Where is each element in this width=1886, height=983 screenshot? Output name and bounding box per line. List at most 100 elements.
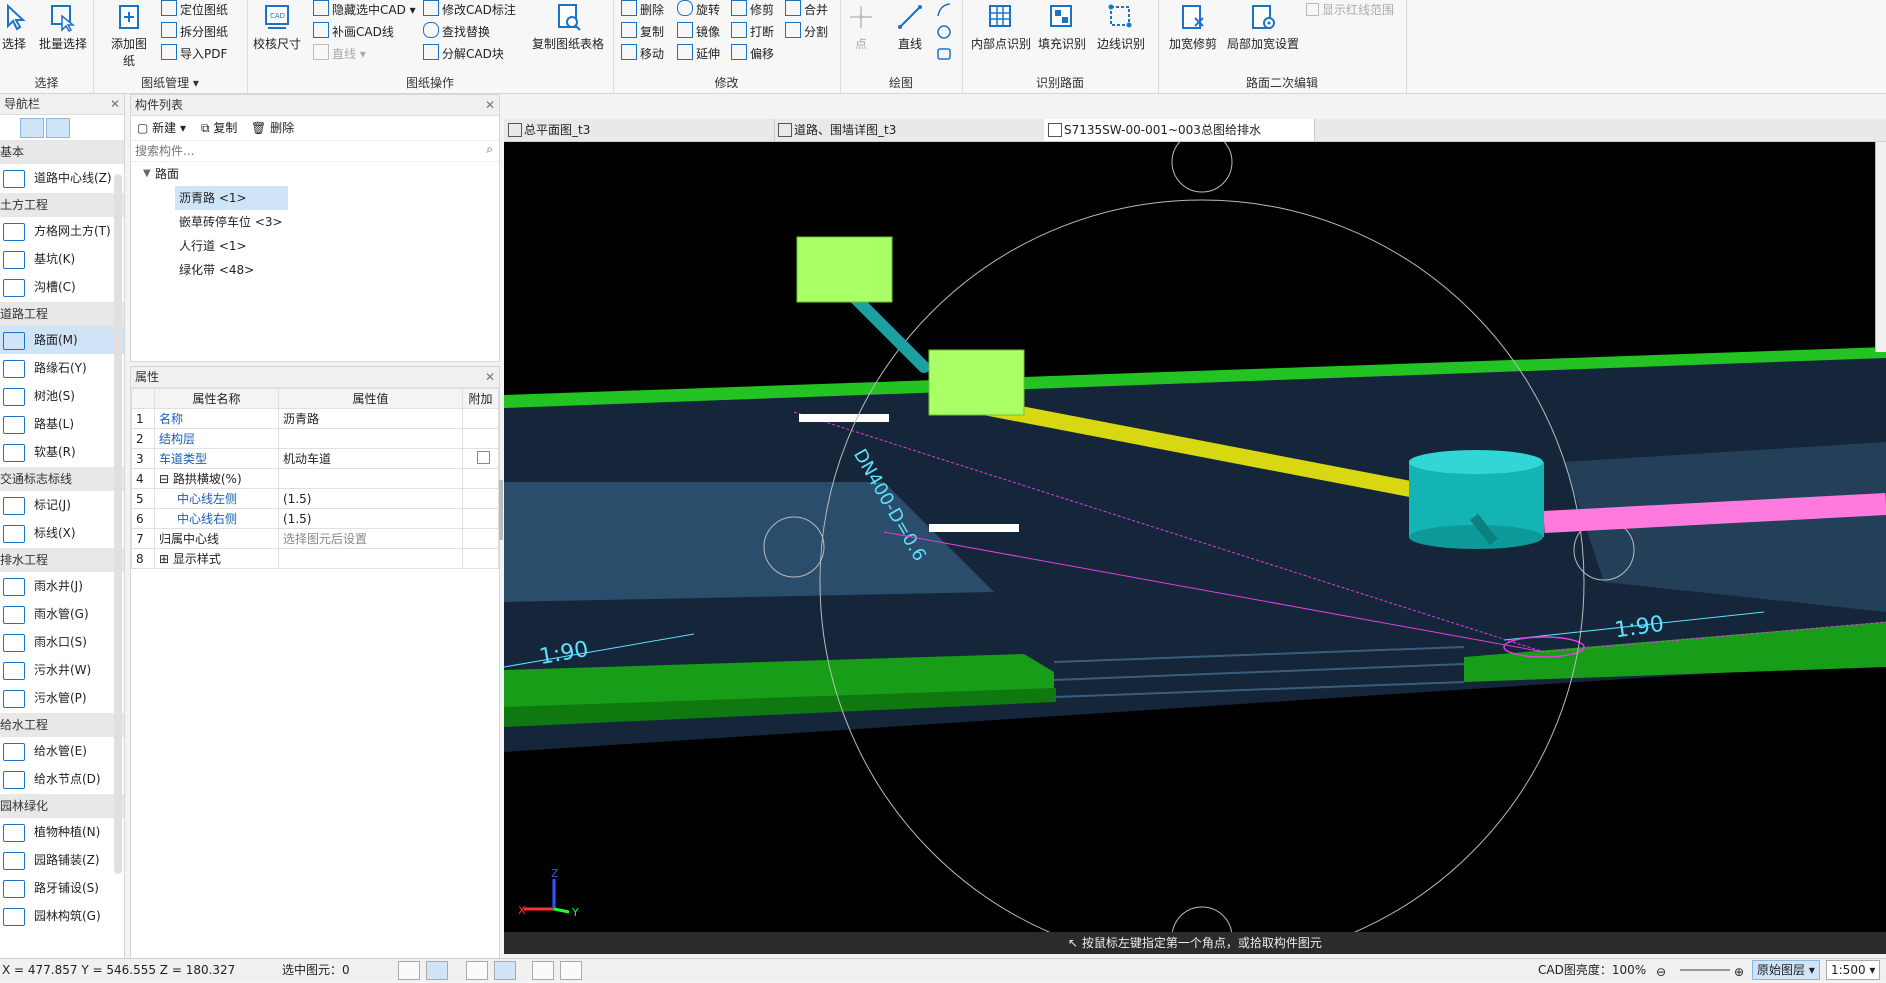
tab-drainage-plan[interactable]: S7135SW-00-001~003总图给排水 [1044, 119, 1315, 141]
break-button[interactable]: 打断 [731, 22, 774, 42]
locate-drawing-button[interactable]: 定位图纸 [161, 0, 228, 20]
edge-identify-button[interactable]: 边线识别 [1094, 2, 1148, 52]
scale-select[interactable]: 1:500 ▾ [1826, 960, 1881, 980]
property-row[interactable]: 3 车道类型 机动车道 [131, 448, 499, 469]
property-value[interactable]: (1.5) [278, 508, 463, 529]
component-search-input[interactable] [133, 142, 477, 160]
tab-site-plan[interactable]: 总平面图_t3 [504, 119, 775, 141]
nav-item[interactable]: 雨水井(J) [0, 572, 124, 600]
nav-item[interactable]: 路缘石(Y) [0, 354, 124, 382]
copy-button[interactable]: 复制 [621, 22, 664, 42]
nav-category[interactable]: 给水工程 [0, 713, 124, 737]
nav-item[interactable]: 污水管(P) [0, 684, 124, 712]
brightness-slider[interactable] [1680, 969, 1730, 971]
straight-line-button[interactable]: 直线 ▾ [313, 44, 366, 64]
ortho-toggle-icon[interactable] [398, 961, 420, 980]
property-value[interactable] [278, 468, 463, 489]
nav-item[interactable]: 给水管(E) [0, 737, 124, 765]
copy-component-button[interactable]: ⧉ 复制 [201, 116, 237, 140]
close-icon[interactable]: ✕ [485, 367, 495, 387]
3d-viewport[interactable]: 1:90 1:90 DN400-D=0.6 X Z Y [504, 142, 1886, 932]
nav-item[interactable]: 软基(R) [0, 438, 124, 466]
select-mode-icon[interactable] [426, 961, 448, 980]
draw-cad-line-button[interactable]: 补画CAD线 [313, 22, 394, 42]
property-value[interactable]: 沥青路 [278, 408, 463, 429]
explode-cad-block-button[interactable]: 分解CAD块 [423, 44, 504, 64]
component-item[interactable]: 嵌草砖停车位 <3> [131, 210, 499, 234]
modify-cad-annotation-button[interactable]: 修改CAD标注 [423, 0, 516, 20]
delete-component-button[interactable]: 🗑 删除 [251, 116, 294, 140]
tree-collapse-icon[interactable]: ▼ [143, 162, 151, 186]
property-row[interactable]: 7 归属中心线 选择图元后设置 [131, 528, 499, 549]
hide-selected-cad-button[interactable]: 隐藏选中CAD ▾ [313, 0, 416, 20]
nav-item[interactable]: 基坑(K) [0, 245, 124, 273]
trim-button[interactable]: 修剪 [731, 0, 774, 20]
move-button[interactable]: 移动 [621, 44, 664, 64]
nav-item[interactable]: 道路中心线(Z) [0, 164, 124, 192]
property-row[interactable]: 5 中心线左侧 (1.5) [131, 488, 499, 509]
nav-item[interactable]: 路基(L) [0, 410, 124, 438]
interior-point-identify-button[interactable]: 内部点识别 [970, 2, 1032, 52]
circle-icon[interactable] [936, 24, 952, 40]
nav-item[interactable]: 给水节点(D) [0, 765, 124, 793]
list-view-icon[interactable] [20, 118, 44, 138]
component-item[interactable]: 绿化带 <48> [131, 258, 499, 282]
nav-item[interactable]: 雨水管(G) [0, 600, 124, 628]
add-drawing-button[interactable]: 添加图纸 [106, 2, 152, 69]
nav-item[interactable]: 路牙铺设(S) [0, 874, 124, 902]
select-button[interactable]: 选择 [0, 2, 28, 52]
property-value[interactable]: 机动车道 [278, 448, 463, 469]
nav-item[interactable]: 植物种植(N) [0, 818, 124, 846]
property-row[interactable]: 1 名称 沥青路 [131, 408, 499, 429]
widen-trim-button[interactable]: 加宽修剪 [1166, 2, 1220, 52]
panel-splitter[interactable] [499, 480, 503, 540]
component-item[interactable]: 人行道 <1> [131, 234, 499, 258]
rotate-button[interactable]: 旋转 [677, 0, 720, 20]
tree-root[interactable]: ▼ 路面 [131, 162, 499, 186]
property-row[interactable]: 2 结构层 [131, 428, 499, 449]
show-redline-checkbox[interactable]: 显示红线范围 [1306, 0, 1394, 20]
line-draw-button[interactable]: 直线 [894, 2, 926, 52]
rectangle-icon[interactable] [936, 46, 952, 62]
snap-mode-icon[interactable] [494, 961, 516, 980]
property-row[interactable]: 8 ⊞ 显示样式 [131, 548, 499, 569]
nav-category[interactable]: 土方工程 [0, 193, 124, 217]
view-toolbar[interactable] [1875, 142, 1886, 352]
new-component-button[interactable]: ▢ 新建 ▾ [137, 116, 186, 140]
nav-scrollbar[interactable] [114, 174, 122, 874]
nav-item[interactable]: 园路铺装(Z) [0, 846, 124, 874]
extra-checkbox[interactable] [477, 450, 490, 464]
snap-off-icon[interactable] [466, 961, 488, 980]
split-drawing-button[interactable]: 拆分图纸 [161, 22, 228, 42]
property-value[interactable] [278, 428, 463, 449]
nav-item[interactable]: 标记(J) [0, 491, 124, 519]
mirror-button[interactable]: 镜像 [677, 22, 720, 42]
nav-item[interactable]: 雨水口(S) [0, 628, 124, 656]
copy-drawing-table-button[interactable]: 复制图纸表格 [527, 2, 609, 52]
nav-item[interactable]: 方格网土方(T) [0, 217, 124, 245]
nav-item[interactable]: 路面(M) [0, 326, 124, 354]
expand-icon[interactable]: ⊞ [159, 552, 173, 566]
close-icon[interactable]: ✕ [485, 95, 495, 115]
detail-view-icon[interactable] [46, 118, 70, 138]
batch-select-button[interactable]: 批量选择 [36, 2, 90, 52]
search-icon[interactable]: ⌕ [486, 142, 493, 157]
point-button[interactable]: 点 [846, 2, 876, 52]
local-widen-settings-button[interactable]: 局部加宽设置 [1224, 2, 1302, 52]
dynamic-input-icon[interactable] [560, 961, 582, 980]
nav-item[interactable]: 园林构筑(G) [0, 902, 124, 930]
arc-icon[interactable] [936, 2, 952, 18]
property-value[interactable]: 选择图元后设置 [278, 528, 463, 549]
collapse-icon[interactable]: ⊟ [159, 472, 173, 486]
nav-item[interactable]: 污水井(W) [0, 656, 124, 684]
import-pdf-button[interactable]: 导入PDF [161, 44, 227, 64]
close-icon[interactable]: ✕ [110, 94, 120, 114]
property-value[interactable] [278, 548, 463, 569]
chevron-down-icon[interactable]: ▾ [193, 76, 199, 90]
property-row[interactable]: 6 中心线右侧 (1.5) [131, 508, 499, 529]
offset-button[interactable]: 偏移 [731, 44, 774, 64]
nav-item[interactable]: 标线(X) [0, 519, 124, 547]
property-row[interactable]: 4 ⊟ 路拱横坡(%) [131, 468, 499, 489]
nav-category[interactable]: 园林绿化 [0, 794, 124, 818]
fill-identify-button[interactable]: 填充识别 [1036, 2, 1088, 52]
